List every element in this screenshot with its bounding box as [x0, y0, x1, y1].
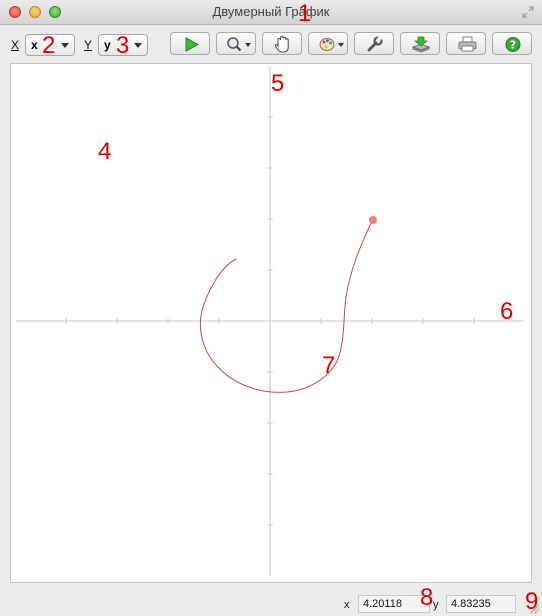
cursor-x-label: x [344, 599, 350, 611]
y-axis-label: Y [84, 38, 93, 52]
chevron-down-icon [134, 43, 142, 48]
plot-area[interactable] [10, 63, 532, 583]
export-icon [411, 36, 431, 53]
x-variable-value: x [31, 38, 38, 52]
annotation-marker-4: 4 [98, 138, 112, 165]
y-variable-value: y [104, 38, 111, 52]
printer-icon [458, 36, 477, 52]
annotation-marker-3: 3 [116, 32, 130, 59]
annotation-marker-9: 9 [525, 588, 539, 615]
annotation-marker-2: 2 [42, 32, 56, 59]
export-button[interactable] [400, 32, 440, 55]
annotation-marker-6: 6 [500, 298, 514, 325]
help-icon: ? [505, 37, 521, 52]
window-title: Двумерный График [212, 4, 330, 19]
toolbar: X x Y y ? [0, 25, 542, 61]
play-icon [185, 37, 200, 52]
settings-button[interactable] [354, 32, 394, 55]
cursor-y-value: 4.83235 [446, 595, 516, 613]
palette-icon [319, 38, 344, 51]
fullscreen-icon[interactable] [522, 6, 534, 18]
current-point-marker [369, 216, 377, 224]
wrench-icon [367, 35, 383, 52]
palette-button[interactable] [308, 32, 348, 55]
plot-curve [199, 218, 374, 393]
print-button[interactable] [446, 32, 486, 55]
plot-canvas [16, 66, 524, 576]
annotation-marker-5: 5 [271, 70, 285, 97]
annotation-marker-8: 8 [420, 584, 434, 611]
svg-text:?: ? [510, 39, 516, 52]
annotation-marker-7: 7 [322, 352, 336, 379]
x-axis-label: X [11, 38, 20, 52]
status-bar: x 4.20118 y 4.83235 [0, 588, 542, 616]
help-button[interactable]: ? [492, 32, 532, 55]
zoom-button[interactable] [216, 32, 256, 55]
plot-window: Двумерный График X x Y y ? x 4.20118 y 4… [0, 0, 542, 616]
annotation-marker-1: 1 [298, 0, 312, 27]
run-button[interactable] [170, 32, 210, 55]
title-bar: Двумерный График [0, 0, 542, 25]
cursor-y-label: y [433, 599, 439, 611]
hand-icon [274, 36, 289, 53]
magnifier-icon [227, 37, 251, 52]
pan-button[interactable] [262, 32, 302, 55]
chevron-down-icon [61, 43, 69, 48]
